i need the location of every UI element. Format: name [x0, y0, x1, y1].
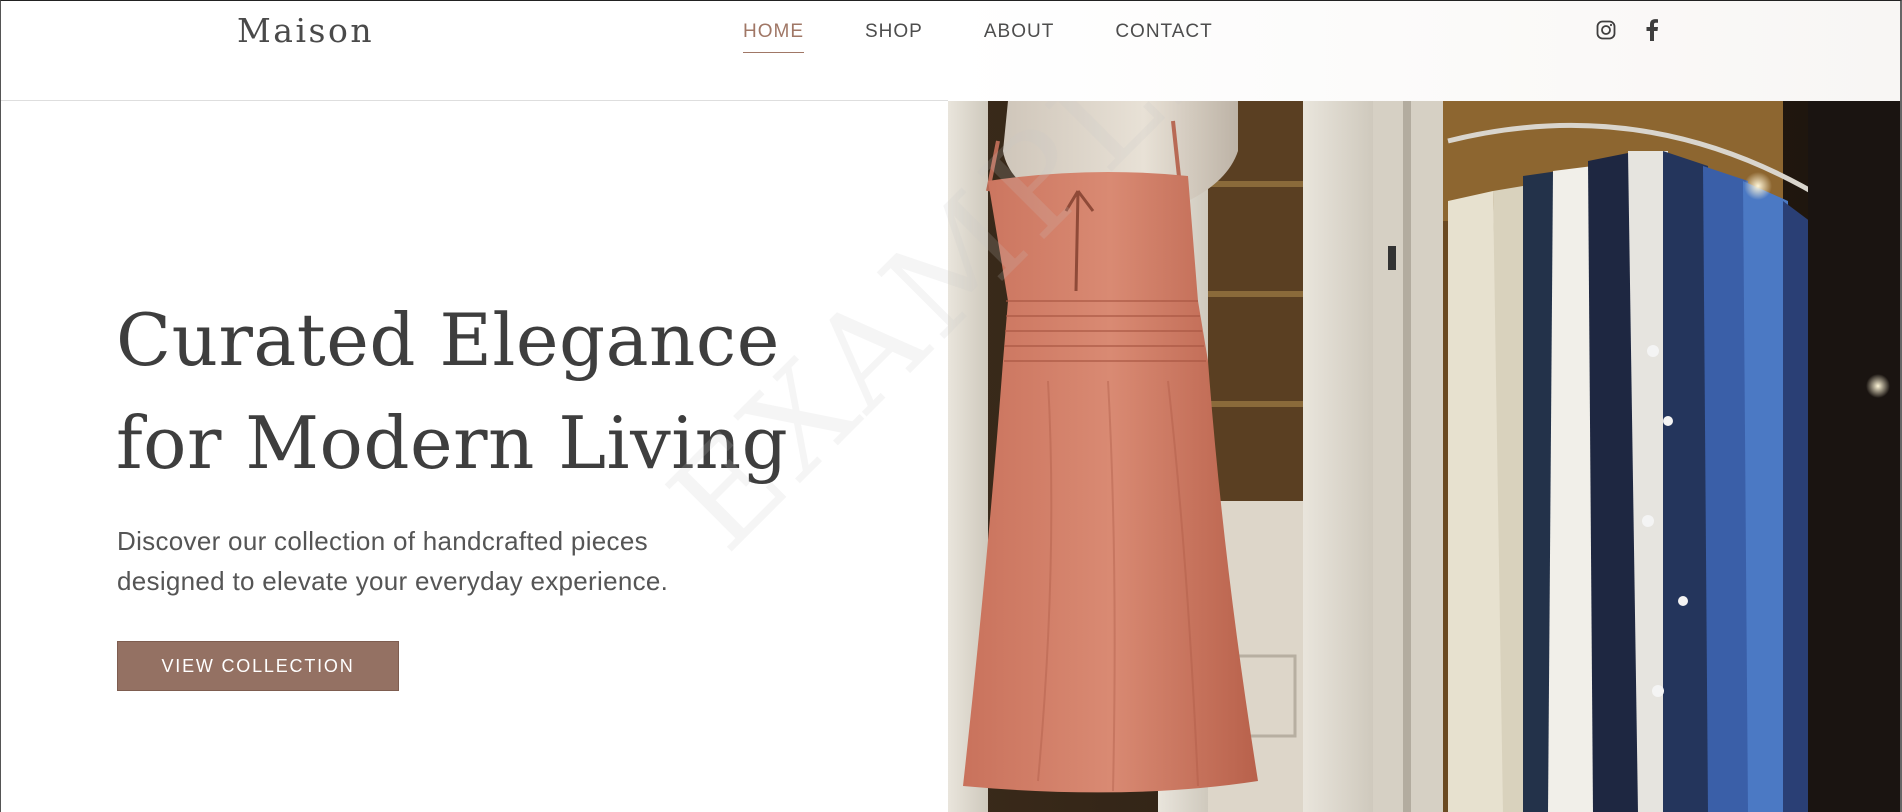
- site-logo[interactable]: Maison: [237, 11, 374, 50]
- nav-shop[interactable]: SHOP: [865, 21, 923, 53]
- social-links: [1595, 19, 1663, 41]
- storefront-illustration: [948, 1, 1900, 812]
- nav-about[interactable]: ABOUT: [984, 21, 1054, 53]
- nav-home[interactable]: HOME: [743, 21, 804, 53]
- hero-subtitle-line-2: designed to elevate your everyday experi…: [117, 566, 669, 596]
- page-frame: Maison HOME SHOP ABOUT CONTACT EXAMPL: [0, 0, 1902, 812]
- hero-subtitle-line-1: Discover our collection of handcrafted p…: [117, 526, 648, 556]
- main-nav: HOME SHOP ABOUT CONTACT: [743, 21, 1213, 53]
- nav-contact[interactable]: CONTACT: [1115, 21, 1212, 53]
- view-collection-button[interactable]: VIEW COLLECTION: [117, 641, 399, 691]
- hero-title-line-2: for Modern Living: [116, 401, 789, 485]
- hero-subtitle: Discover our collection of handcrafted p…: [117, 521, 757, 601]
- hero-title: Curated Elegance for Modern Living: [116, 289, 816, 495]
- site-header: Maison HOME SHOP ABOUT CONTACT: [1, 1, 1900, 101]
- hero-image: [948, 1, 1900, 812]
- hero-title-line-1: Curated Elegance: [116, 298, 780, 382]
- instagram-icon[interactable]: [1595, 19, 1617, 41]
- facebook-icon[interactable]: [1641, 19, 1663, 41]
